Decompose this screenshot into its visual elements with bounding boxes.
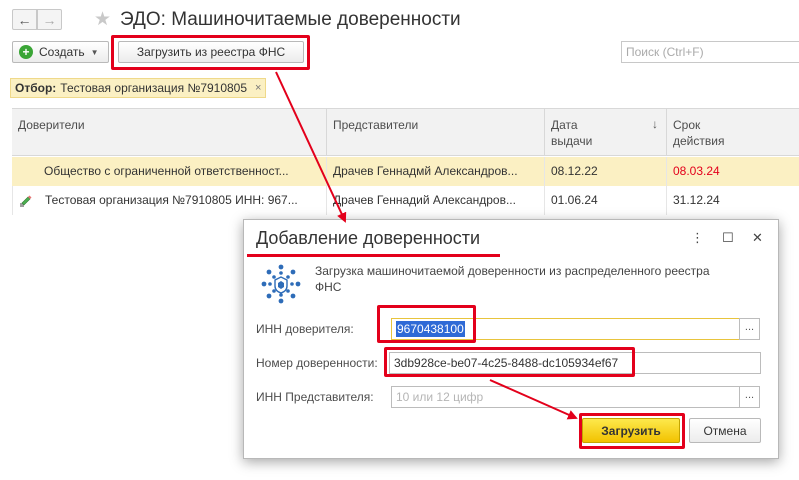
load-button[interactable]: Загрузить: [582, 418, 680, 443]
fns-emblem-icon: [261, 264, 301, 304]
cell-issue-date: 08.12.22: [544, 157, 666, 186]
load-from-registry-label: Загрузить из реестра ФНС: [136, 45, 286, 59]
close-icon[interactable]: ✕: [752, 230, 763, 246]
number-label: Номер доверенности:: [256, 356, 378, 370]
column-header-principals[interactable]: Доверители: [12, 109, 326, 156]
cell-principal: Тестовая организация №7910805 ИНН: 967..…: [12, 186, 326, 215]
column-header-representatives[interactable]: Представители: [326, 109, 544, 156]
star-icon[interactable]: ★: [94, 8, 111, 31]
inn-representative-input[interactable]: 10 или 12 цифр: [391, 386, 740, 408]
cell-issue-date: 01.06.24: [544, 186, 666, 215]
load-from-registry-button[interactable]: Загрузить из реестра ФНС: [118, 41, 304, 63]
more-menu-icon[interactable]: ⋮: [691, 230, 704, 246]
filter-badge: Отбор: Тестовая организация №7910805 ×: [10, 78, 267, 98]
cell-valid-until: 08.03.24: [666, 157, 799, 186]
inn-principal-label: ИНН доверителя:: [256, 322, 354, 336]
create-button-label: Создать: [39, 45, 85, 59]
column-header-issue-date[interactable]: Дата выдачи ↓: [544, 109, 666, 156]
column-header-issue-date-label: Дата выдачи: [551, 118, 593, 148]
back-button[interactable]: ←: [12, 9, 37, 30]
add-power-of-attorney-dialog: Добавление доверенности ⋮ ☐ ✕ Загрузка м…: [243, 219, 779, 459]
inn-principal-input[interactable]: 9670438100: [391, 318, 740, 340]
cell-representative: Драчев Геннадмй Александров...: [326, 157, 544, 186]
table-header: Доверители Представители Дата выдачи ↓ С…: [12, 108, 799, 156]
close-icon[interactable]: ×: [255, 82, 261, 94]
dialog-title: Добавление доверенности: [256, 228, 481, 248]
maximize-icon[interactable]: ☐: [722, 230, 734, 246]
inn-principal-value: 9670438100: [396, 321, 465, 337]
inn-representative-label: ИНН Представителя:: [256, 390, 374, 404]
filter-value: Тестовая организация №7910805: [60, 81, 248, 95]
cell-representative: Драчев Геннадий Александров...: [326, 186, 544, 215]
cell-valid-until: 31.12.24: [666, 186, 799, 215]
select-inn-representative-button[interactable]: ...: [739, 386, 760, 408]
forward-button[interactable]: →: [37, 9, 62, 30]
cell-principal: Общество с ограниченной ответственност..…: [44, 164, 289, 178]
search-input[interactable]: [621, 41, 799, 63]
number-input[interactable]: 3db928ce-be07-4c25-8488-dc105934ef67: [389, 352, 761, 374]
arrow-right-icon: →: [42, 11, 57, 28]
title-underline: [247, 254, 500, 257]
create-button[interactable]: + Создать ▼: [12, 41, 109, 63]
table-row[interactable]: Тестовая организация №7910805 ИНН: 967..…: [12, 186, 799, 215]
select-inn-principal-button[interactable]: ...: [739, 318, 760, 340]
page-title: ЭДО: Машиночитаемые доверенности: [120, 9, 461, 30]
sort-down-icon: ↓: [652, 117, 658, 131]
cancel-button[interactable]: Отмена: [689, 418, 761, 443]
dialog-description: Загрузка машиночитаемой доверенности из …: [315, 264, 710, 294]
arrow-left-icon: ←: [17, 11, 32, 28]
table-row[interactable]: Общество с ограниченной ответственност..…: [12, 157, 799, 186]
plus-icon: +: [19, 45, 33, 59]
filter-label: Отбор:: [15, 81, 57, 95]
chevron-down-icon: ▼: [90, 47, 99, 57]
column-header-valid-until[interactable]: Срок действия: [666, 109, 799, 156]
